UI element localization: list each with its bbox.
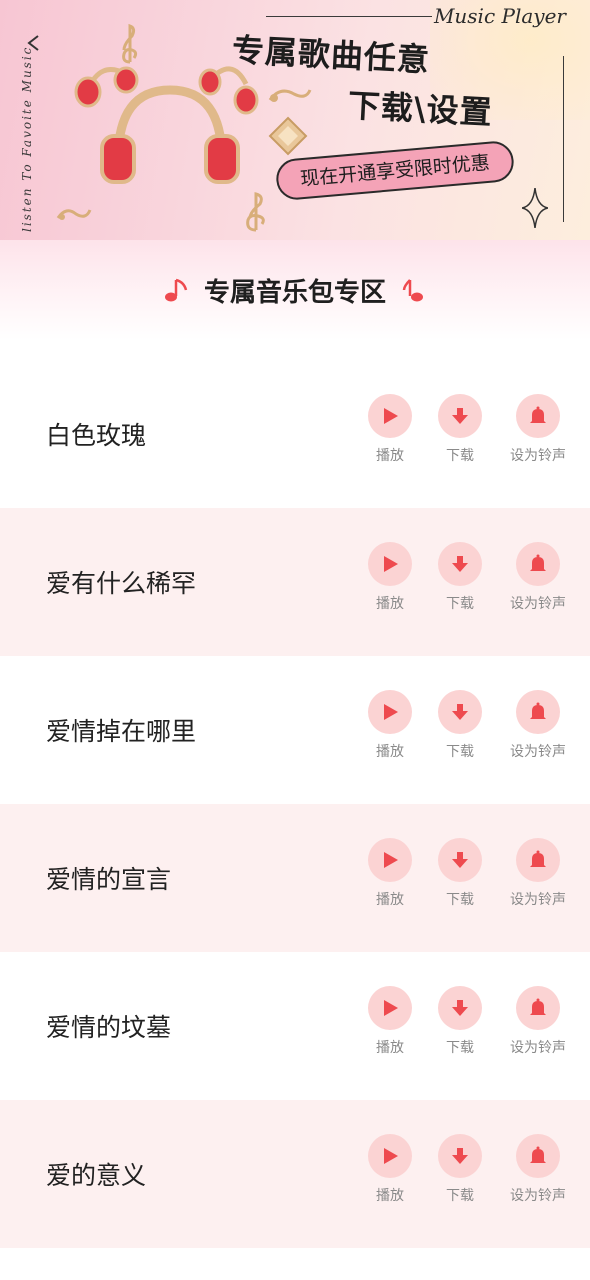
- brand-name: Music Player: [433, 4, 566, 28]
- section-title: 专属音乐包专区: [203, 277, 386, 308]
- play-label: 播放: [376, 892, 404, 908]
- ringtone-label: 设为铃声: [510, 1188, 566, 1204]
- brand-divider: [266, 16, 432, 17]
- play-button[interactable]: 播放: [368, 838, 412, 909]
- play-button[interactable]: 播放: [368, 542, 412, 613]
- play-icon: [384, 556, 398, 572]
- ringtone-label: 设为铃声: [510, 744, 566, 760]
- song-row: 爱情的宣言 播放 下载 设为铃声: [0, 804, 590, 952]
- download-label: 下载: [446, 448, 474, 464]
- music-note-icon: [56, 209, 92, 220]
- song-row: 爱的意义 播放 下载 设为铃声: [0, 1100, 590, 1248]
- download-button[interactable]: 下载: [438, 542, 482, 613]
- set-ringtone-button[interactable]: 设为铃声: [510, 690, 566, 761]
- download-label: 下载: [446, 596, 474, 612]
- banner-headline-line2: 下载\设置: [347, 86, 494, 132]
- download-label: 下载: [446, 744, 474, 760]
- song-title: 爱情的宣言: [46, 865, 172, 894]
- bell-icon: [530, 998, 546, 1015]
- ringtone-label: 设为铃声: [510, 892, 566, 908]
- promo-banner: listen To Favoite Music Music Player 专属歌…: [0, 0, 590, 240]
- banner-headline-line1: 专属歌曲任意: [231, 30, 431, 80]
- music-note-icon: [268, 89, 312, 102]
- play-icon: [384, 408, 398, 424]
- download-arrow-icon: [452, 1148, 468, 1164]
- bell-icon: [530, 554, 546, 571]
- set-ringtone-button[interactable]: 设为铃声: [510, 542, 566, 613]
- song-title: 白色玫瑰: [46, 421, 147, 450]
- promo-subscribe-button[interactable]: 现在开通享受限时优惠: [274, 139, 516, 202]
- song-row: 白色玫瑰 播放 下载 设为铃声: [0, 360, 590, 508]
- section-header: 专属音乐包专区: [0, 240, 590, 340]
- music-note-icon: [164, 278, 188, 302]
- download-label: 下载: [446, 892, 474, 908]
- ringtone-label: 设为铃声: [510, 596, 566, 612]
- set-ringtone-button[interactable]: 设为铃声: [510, 986, 566, 1057]
- download-button[interactable]: 下载: [438, 690, 482, 761]
- song-title: 爱情掉在哪里: [46, 717, 197, 746]
- play-icon: [384, 704, 398, 720]
- ringtone-label: 设为铃声: [510, 1040, 566, 1056]
- treble-clef-icon: [122, 23, 138, 64]
- set-ringtone-button[interactable]: 设为铃声: [510, 394, 566, 465]
- play-icon: [384, 852, 398, 868]
- treble-clef-icon: [246, 192, 265, 232]
- set-ringtone-button[interactable]: 设为铃声: [510, 838, 566, 909]
- play-label: 播放: [376, 448, 404, 464]
- download-arrow-icon: [452, 852, 468, 868]
- download-arrow-icon: [452, 408, 468, 424]
- banner-right-line: [563, 56, 564, 222]
- play-button[interactable]: 播放: [368, 690, 412, 761]
- download-label: 下载: [446, 1040, 474, 1056]
- bell-icon: [530, 850, 546, 867]
- download-arrow-icon: [452, 556, 468, 572]
- play-icon: [384, 1148, 398, 1164]
- download-button[interactable]: 下载: [438, 394, 482, 465]
- download-arrow-icon: [452, 704, 468, 720]
- diamond-icon: [268, 116, 308, 156]
- play-label: 播放: [376, 744, 404, 760]
- song-row: 爱情掉在哪里 播放 下载 设为铃声: [0, 656, 590, 804]
- set-ringtone-button[interactable]: 设为铃声: [510, 1134, 566, 1205]
- song-title: 爱的意义: [46, 1161, 147, 1190]
- play-button[interactable]: 播放: [368, 986, 412, 1057]
- bell-icon: [530, 406, 546, 423]
- ringtone-label: 设为铃声: [510, 448, 566, 464]
- music-note-icon: [402, 279, 423, 302]
- bell-icon: [530, 1146, 546, 1163]
- play-icon: [384, 1000, 398, 1016]
- banner-vertical-text: listen To Favoite Music: [20, 45, 34, 232]
- play-button[interactable]: 播放: [368, 1134, 412, 1205]
- download-arrow-icon: [452, 1000, 468, 1016]
- play-label: 播放: [376, 1188, 404, 1204]
- song-row: 爱有什么稀罕 播放 下载 设为铃声: [0, 508, 590, 656]
- sparkle-icon: [522, 188, 548, 228]
- song-list: 白色玫瑰 播放 下载 设为铃声 爱有什么稀罕 播放 下载 设为铃声 爱情掉在哪里: [0, 360, 590, 1248]
- play-label: 播放: [376, 596, 404, 612]
- play-button[interactable]: 播放: [368, 394, 412, 465]
- song-title: 爱情的坟墓: [46, 1013, 172, 1042]
- download-button[interactable]: 下载: [438, 1134, 482, 1205]
- song-row: 爱情的坟墓 播放 下载 设为铃声: [0, 952, 590, 1100]
- headphones-illustration: [74, 66, 259, 184]
- download-button[interactable]: 下载: [438, 838, 482, 909]
- song-title: 爱有什么稀罕: [46, 569, 197, 598]
- download-button[interactable]: 下载: [438, 986, 482, 1057]
- play-label: 播放: [376, 1040, 404, 1056]
- download-label: 下载: [446, 1188, 474, 1204]
- bell-icon: [530, 702, 546, 719]
